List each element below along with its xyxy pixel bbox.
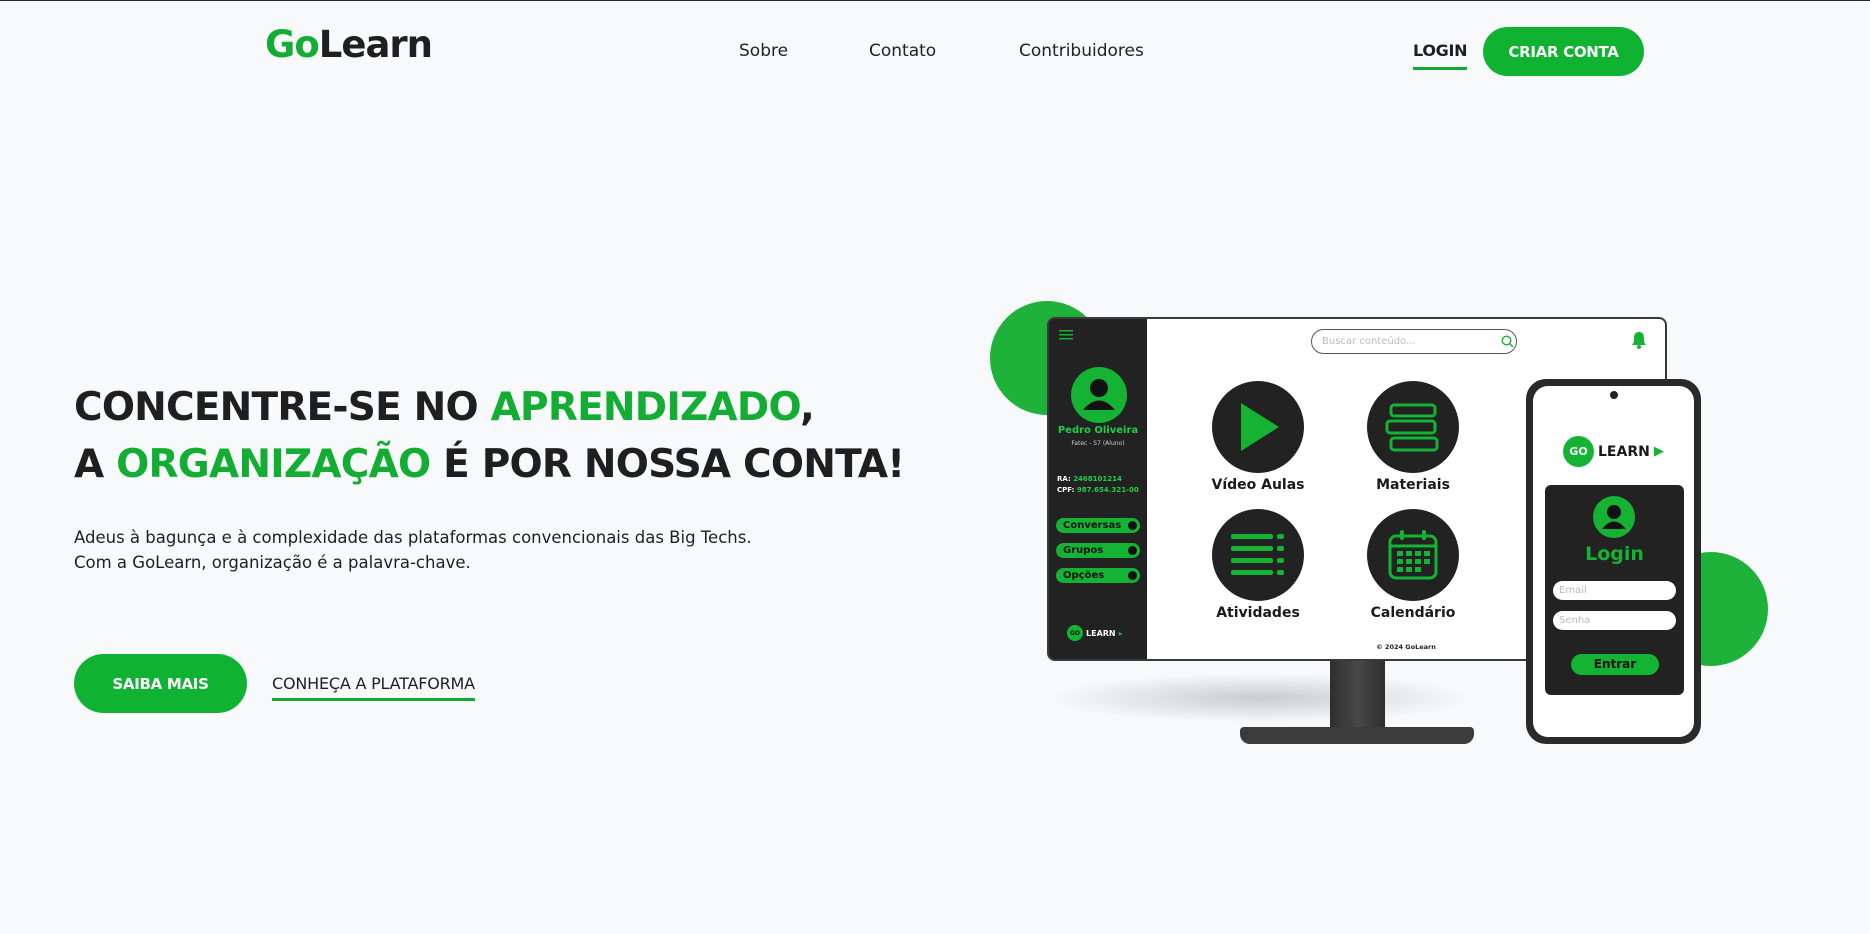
golearn-logo[interactable]: GoLearn <box>265 23 433 66</box>
phone-camera <box>1610 391 1618 399</box>
user-avatar-icon <box>1593 496 1635 538</box>
play-icon: ▶ <box>1653 444 1664 459</box>
calendar-icon <box>1388 530 1438 580</box>
hero-description: Adeus à bagunça e à complexidade das pla… <box>74 525 752 575</box>
mockup-user-sub: Fatec - S7 (Aluno) <box>1071 440 1125 447</box>
monitor-shadow <box>1045 673 1475 723</box>
mockup-user-name: Pedro Oliveira <box>1057 425 1139 436</box>
play-icon: ▸ <box>1118 628 1123 638</box>
phone-logo: GO LEARN ▶ <box>1563 436 1664 467</box>
phone-password-field: Senha <box>1553 611 1676 630</box>
ra-value: 2468101214 <box>1073 475 1122 483</box>
menu-label: Grupos <box>1063 545 1104 556</box>
phone-entrar-button: Entrar <box>1571 654 1659 675</box>
ra-label: RA: <box>1057 475 1071 483</box>
mini-logo-go: GO <box>1067 625 1083 641</box>
saiba-mais-button[interactable]: SAIBA MAIS <box>74 654 247 713</box>
headline-line-2: A ORGANIZAÇÃO É POR NOSSA CONTA! <box>74 436 905 493</box>
headline-text: A <box>74 442 117 487</box>
phone-logo-learn: LEARN <box>1598 443 1650 460</box>
materiais-tile-icon <box>1367 381 1459 473</box>
monitor-stand-neck <box>1330 660 1385 733</box>
conheca-plataforma-link[interactable]: CONHEÇA A PLATAFORMA <box>272 674 475 701</box>
menu-label: Opções <box>1063 570 1105 581</box>
phone-email-field: Email <box>1553 581 1676 600</box>
description-line-2: Com a GoLearn, organização é a palavra-c… <box>74 553 471 572</box>
tile-label-materiais: Materiais <box>1376 477 1450 493</box>
arrow-icon <box>1128 546 1137 555</box>
hero-headline: CONCENTRE-SE NO APRENDIZADO, A ORGANIZAÇ… <box>74 379 905 493</box>
headline-line-1: CONCENTRE-SE NO APRENDIZADO, <box>74 379 904 436</box>
phone-logo-go: GO <box>1563 436 1594 467</box>
books-icon <box>1385 403 1439 452</box>
mockup-mini-logo: GO LEARN ▸ <box>1067 625 1123 641</box>
mockup-ra: RA: 2468101214 <box>1057 475 1122 483</box>
arrow-icon <box>1128 521 1137 530</box>
monitor-stand-base <box>1240 727 1474 744</box>
gear-icon <box>1128 571 1137 580</box>
mockup-sidebar: Pedro Oliveira Fatec - S7 (Aluno) RA: 24… <box>1049 319 1147 659</box>
logo-learn: Learn <box>318 23 433 66</box>
mockup-cpf: CPF: 987.654.321-00 <box>1057 486 1139 494</box>
phone-login-title: Login <box>1585 543 1644 565</box>
nav-contato[interactable]: Contato <box>869 41 936 61</box>
logo-go: Go <box>265 23 320 66</box>
nav-contribuidores[interactable]: Contribuidores <box>1019 41 1144 61</box>
tile-label-video-aulas: Vídeo Aulas <box>1211 477 1305 493</box>
mockup-search: Buscar conteúdo... <box>1311 329 1517 354</box>
mockup-menu-opcoes: Opções <box>1056 568 1140 583</box>
headline-highlight: APRENDIZADO <box>490 385 801 430</box>
calendario-tile-icon <box>1367 509 1459 601</box>
menu-icon <box>1059 330 1073 340</box>
video-aulas-tile-icon <box>1212 381 1304 473</box>
tile-label-calendario: Calendário <box>1370 605 1456 621</box>
cpf-value: 987.654.321-00 <box>1076 486 1139 494</box>
headline-text: É POR NOSSA CONTA! <box>430 442 905 487</box>
description-line-1: Adeus à bagunça e à complexidade das pla… <box>74 528 752 547</box>
headline-highlight: ORGANIZAÇÃO <box>116 442 431 487</box>
headline-text: CONCENTRE-SE NO <box>74 385 491 430</box>
list-icon <box>1231 534 1284 575</box>
mockup-menu-conversas: Conversas <box>1056 518 1140 533</box>
user-avatar-icon <box>1071 367 1127 423</box>
phone-login-card: Login Email Senha Entrar <box>1545 485 1684 695</box>
tile-label-atividades: Atividades <box>1216 605 1300 621</box>
mockup-menu-grupos: Grupos <box>1056 543 1140 558</box>
bell-icon <box>1632 332 1646 349</box>
criar-conta-button[interactable]: CRIAR CONTA <box>1483 27 1644 76</box>
login-link[interactable]: LOGIN <box>1413 41 1468 70</box>
menu-label: Conversas <box>1063 520 1122 531</box>
phone-mockup: GO LEARN ▶ Login Email Senha Entrar <box>1526 379 1701 744</box>
search-icon <box>1501 335 1514 348</box>
nav-sobre[interactable]: Sobre <box>739 41 788 61</box>
headline-text: , <box>799 385 815 430</box>
cpf-label: CPF: <box>1057 486 1075 494</box>
play-icon <box>1241 403 1279 451</box>
mini-logo-learn: LEARN <box>1086 628 1116 638</box>
phone-screen: GO LEARN ▶ Login Email Senha Entrar <box>1533 386 1694 737</box>
atividades-tile-icon <box>1212 509 1304 601</box>
